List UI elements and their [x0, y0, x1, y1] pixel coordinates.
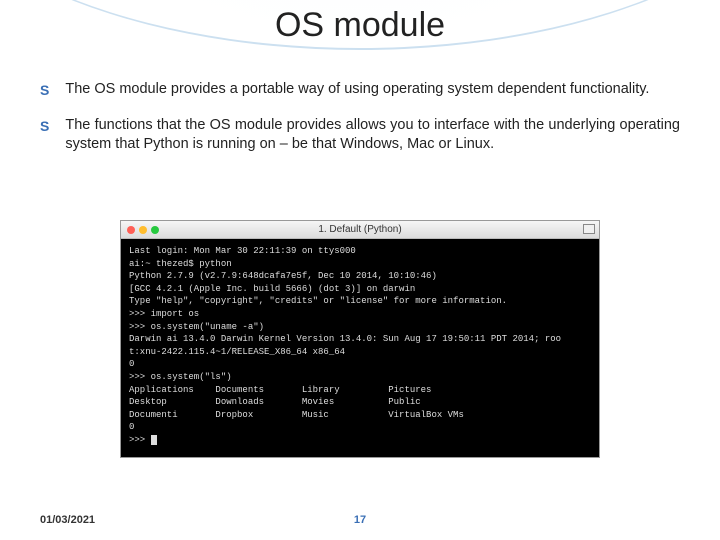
terminal-line: Darwin ai 13.4.0 Darwin Kernel Version 1… — [129, 334, 561, 344]
terminal-line: >>> os.system("uname -a") — [129, 322, 264, 332]
terminal-window: 1. Default (Python) Last login: Mon Mar … — [120, 220, 600, 458]
bullet-marker-icon: S — [40, 82, 49, 98]
footer-page-number: 17 — [354, 514, 366, 526]
terminal-line: >>> import os — [129, 309, 199, 319]
terminal-line: Documenti Dropbox Music VirtualBox VMs — [129, 410, 464, 420]
terminal-line: t:xnu-2422.115.4~1/RELEASE_X86_64 x86_64 — [129, 347, 345, 357]
expand-icon — [583, 224, 595, 234]
terminal-line: Applications Documents Library Pictures — [129, 385, 431, 395]
terminal-line: 0 — [129, 422, 134, 432]
terminal-line: Last login: Mon Mar 30 22:11:39 on ttys0… — [129, 246, 356, 256]
bullet-item: S The functions that the OS module provi… — [40, 116, 680, 155]
content-area: S The OS module provides a portable way … — [40, 80, 680, 171]
bullet-text: The functions that the OS module provide… — [65, 116, 680, 155]
footer-date: 01/03/2021 — [40, 514, 95, 526]
terminal-line: >>> os.system("ls") — [129, 372, 232, 382]
cursor-icon — [151, 435, 157, 445]
terminal-titlebar: 1. Default (Python) — [121, 221, 599, 239]
slide-title: OS module — [0, 6, 720, 45]
slide-footer: 01/03/2021 17 — [40, 514, 680, 526]
terminal-line: >>> — [129, 435, 151, 445]
terminal-body: Last login: Mon Mar 30 22:11:39 on ttys0… — [121, 239, 599, 457]
terminal-line: ai:~ thezed$ python — [129, 259, 232, 269]
bullet-text: The OS module provides a portable way of… — [65, 80, 649, 100]
terminal-line: Desktop Downloads Movies Public — [129, 397, 421, 407]
bullet-marker-icon: S — [40, 118, 49, 134]
terminal-line: [GCC 4.2.1 (Apple Inc. build 5666) (dot … — [129, 284, 415, 294]
terminal-line: 0 — [129, 359, 134, 369]
bullet-item: S The OS module provides a portable way … — [40, 80, 680, 100]
terminal-line: Type "help", "copyright", "credits" or "… — [129, 296, 507, 306]
terminal-line: Python 2.7.9 (v2.7.9:648dcafa7e5f, Dec 1… — [129, 271, 437, 281]
terminal-title: 1. Default (Python) — [121, 224, 599, 235]
